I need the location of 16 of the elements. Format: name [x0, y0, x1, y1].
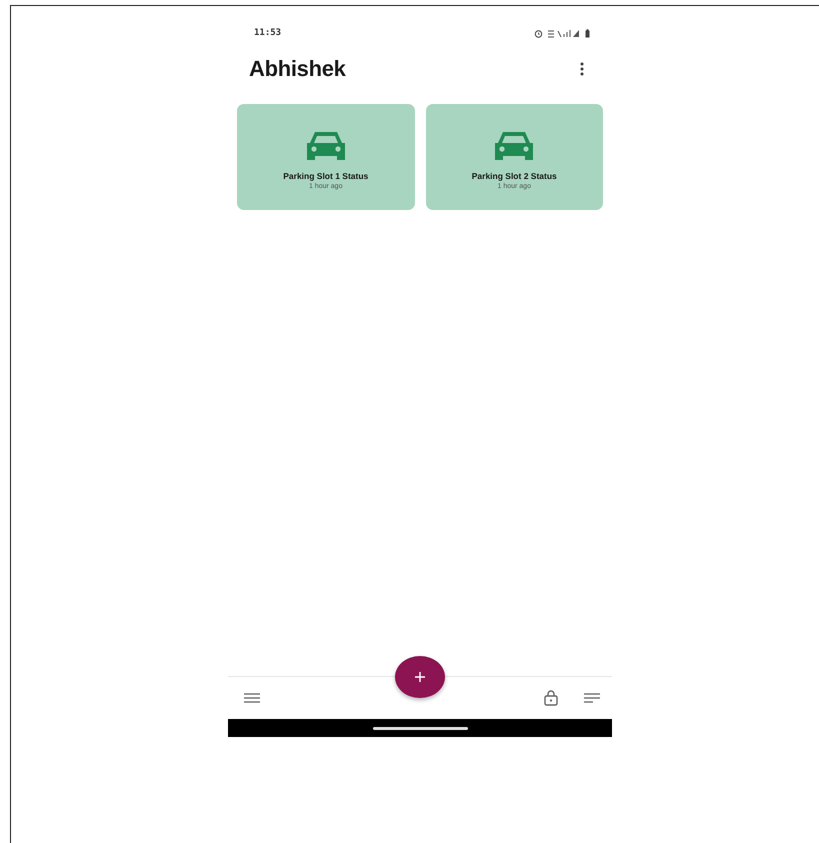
- add-button[interactable]: [395, 656, 445, 698]
- page-title: Abhishek: [249, 56, 346, 82]
- status-time: 11:53: [254, 28, 282, 38]
- sort-icon[interactable]: [584, 693, 600, 703]
- lock-icon[interactable]: [544, 690, 558, 706]
- battery-icon: [585, 28, 590, 38]
- signal-icon: [547, 28, 581, 38]
- home-handle[interactable]: [372, 726, 468, 730]
- plus-icon: [415, 672, 425, 682]
- car-icon: [304, 130, 347, 162]
- card-title: Parking Slot 1 Status: [283, 171, 368, 181]
- more-options-icon[interactable]: [580, 62, 584, 76]
- alarm-icon: [534, 28, 543, 38]
- car-icon: [493, 130, 536, 162]
- card-title: Parking Slot 2 Status: [472, 171, 557, 181]
- menu-icon[interactable]: [244, 693, 260, 703]
